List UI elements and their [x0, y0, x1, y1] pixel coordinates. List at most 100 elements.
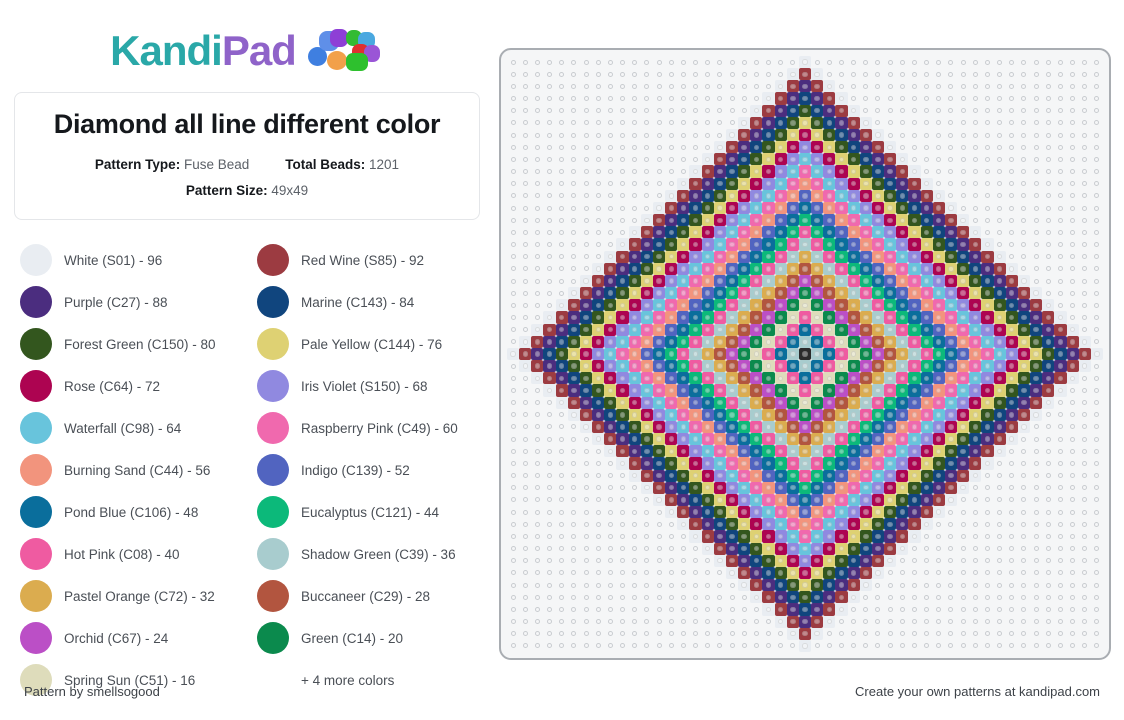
empty-peg[interactable]	[957, 202, 969, 214]
bead-cell[interactable]	[835, 530, 848, 543]
bead-cell[interactable]	[957, 238, 970, 251]
empty-peg[interactable]	[556, 80, 568, 92]
bead-cell[interactable]	[847, 506, 860, 519]
empty-peg[interactable]	[921, 579, 933, 591]
bead-cell[interactable]	[701, 299, 714, 312]
empty-peg[interactable]	[848, 92, 860, 104]
empty-peg[interactable]	[994, 226, 1006, 238]
empty-peg[interactable]	[1091, 299, 1103, 311]
bead-cell[interactable]	[1017, 384, 1031, 397]
empty-peg[interactable]	[519, 397, 531, 409]
bead-cell[interactable]	[640, 311, 653, 324]
empty-peg[interactable]	[1054, 117, 1066, 129]
empty-peg[interactable]	[531, 567, 543, 579]
bead-cell[interactable]	[798, 250, 812, 263]
empty-peg[interactable]	[1079, 616, 1091, 628]
empty-peg[interactable]	[519, 616, 531, 628]
bead-cell[interactable]	[896, 335, 909, 348]
bead-cell[interactable]	[725, 311, 739, 324]
bead-cell[interactable]	[957, 287, 970, 300]
bead-cell[interactable]	[859, 323, 872, 336]
bead-cell[interactable]	[762, 262, 775, 275]
empty-peg[interactable]	[568, 482, 580, 494]
empty-peg[interactable]	[872, 56, 884, 68]
empty-peg[interactable]	[689, 92, 701, 104]
empty-peg[interactable]	[543, 165, 555, 177]
empty-peg[interactable]	[629, 141, 641, 153]
empty-peg[interactable]	[1091, 397, 1103, 409]
bead-cell[interactable]	[677, 201, 690, 215]
empty-peg[interactable]	[531, 579, 543, 591]
empty-peg[interactable]	[957, 105, 969, 117]
bead-cell[interactable]	[652, 408, 666, 421]
bead-cell[interactable]	[847, 554, 860, 567]
empty-peg[interactable]	[1006, 470, 1018, 482]
bead-cell[interactable]	[932, 481, 945, 494]
bead-cell[interactable]	[884, 493, 897, 507]
bead-cell[interactable]	[835, 201, 848, 215]
empty-peg[interactable]	[1030, 470, 1042, 482]
bead-cell[interactable]	[725, 469, 739, 482]
bead-cell[interactable]	[823, 493, 836, 507]
bead-cell[interactable]	[1005, 396, 1018, 409]
bead-cell[interactable]	[871, 347, 885, 361]
empty-peg[interactable]	[519, 603, 531, 615]
bead-cell[interactable]	[689, 165, 702, 178]
empty-peg[interactable]	[738, 56, 750, 68]
bead-cell[interactable]	[871, 530, 885, 543]
bead-cell[interactable]	[969, 360, 982, 373]
empty-peg[interactable]	[568, 80, 580, 92]
bead-cell[interactable]	[713, 542, 726, 555]
empty-peg[interactable]	[994, 555, 1006, 567]
bead-cell[interactable]	[969, 323, 982, 336]
empty-peg[interactable]	[896, 628, 908, 640]
bead-cell[interactable]	[993, 250, 1006, 263]
empty-peg[interactable]	[543, 214, 555, 226]
empty-peg[interactable]	[994, 202, 1006, 214]
empty-peg[interactable]	[1018, 202, 1030, 214]
empty-peg[interactable]	[543, 287, 555, 299]
empty-peg[interactable]	[848, 56, 860, 68]
empty-peg[interactable]	[933, 117, 945, 129]
bead-cell[interactable]	[993, 360, 1006, 373]
empty-peg[interactable]	[568, 506, 580, 518]
bead-cell[interactable]	[640, 445, 653, 458]
bead-cell[interactable]	[616, 311, 629, 324]
bead-cell[interactable]	[738, 530, 751, 543]
empty-peg[interactable]	[629, 190, 641, 202]
empty-peg[interactable]	[714, 129, 726, 141]
empty-peg[interactable]	[592, 226, 604, 238]
empty-peg[interactable]	[848, 640, 860, 652]
empty-peg[interactable]	[580, 628, 592, 640]
bead-cell[interactable]	[786, 445, 799, 458]
empty-peg[interactable]	[908, 555, 920, 567]
empty-peg[interactable]	[519, 384, 531, 396]
bead-cell[interactable]	[1030, 311, 1043, 324]
empty-peg[interactable]	[616, 603, 628, 615]
bead-cell[interactable]	[1066, 360, 1079, 373]
bead-cell[interactable]	[713, 299, 726, 312]
bead-cell[interactable]	[811, 627, 824, 640]
bead-cell[interactable]	[798, 591, 812, 604]
empty-peg[interactable]	[1042, 153, 1054, 165]
legend-item[interactable]: Forest Green (C150) - 80	[14, 323, 243, 365]
bead-cell[interactable]	[908, 420, 921, 434]
empty-peg[interactable]	[1018, 555, 1030, 567]
bead-cell[interactable]	[957, 445, 970, 458]
bead-cell[interactable]	[725, 299, 739, 312]
empty-peg[interactable]	[738, 80, 750, 92]
empty-peg[interactable]	[629, 178, 641, 190]
empty-peg[interactable]	[592, 640, 604, 652]
empty-peg[interactable]	[908, 129, 920, 141]
bead-cell[interactable]	[835, 420, 848, 434]
legend-item[interactable]: Red Wine (S85) - 92	[251, 239, 480, 281]
bead-cell[interactable]	[762, 360, 775, 373]
bead-cell[interactable]	[944, 420, 958, 434]
empty-peg[interactable]	[543, 470, 555, 482]
empty-peg[interactable]	[1054, 214, 1066, 226]
bead-cell[interactable]	[847, 372, 860, 385]
empty-peg[interactable]	[592, 238, 604, 250]
bead-cell[interactable]	[798, 457, 812, 470]
bead-cell[interactable]	[689, 274, 702, 288]
bead-cell[interactable]	[859, 141, 872, 154]
